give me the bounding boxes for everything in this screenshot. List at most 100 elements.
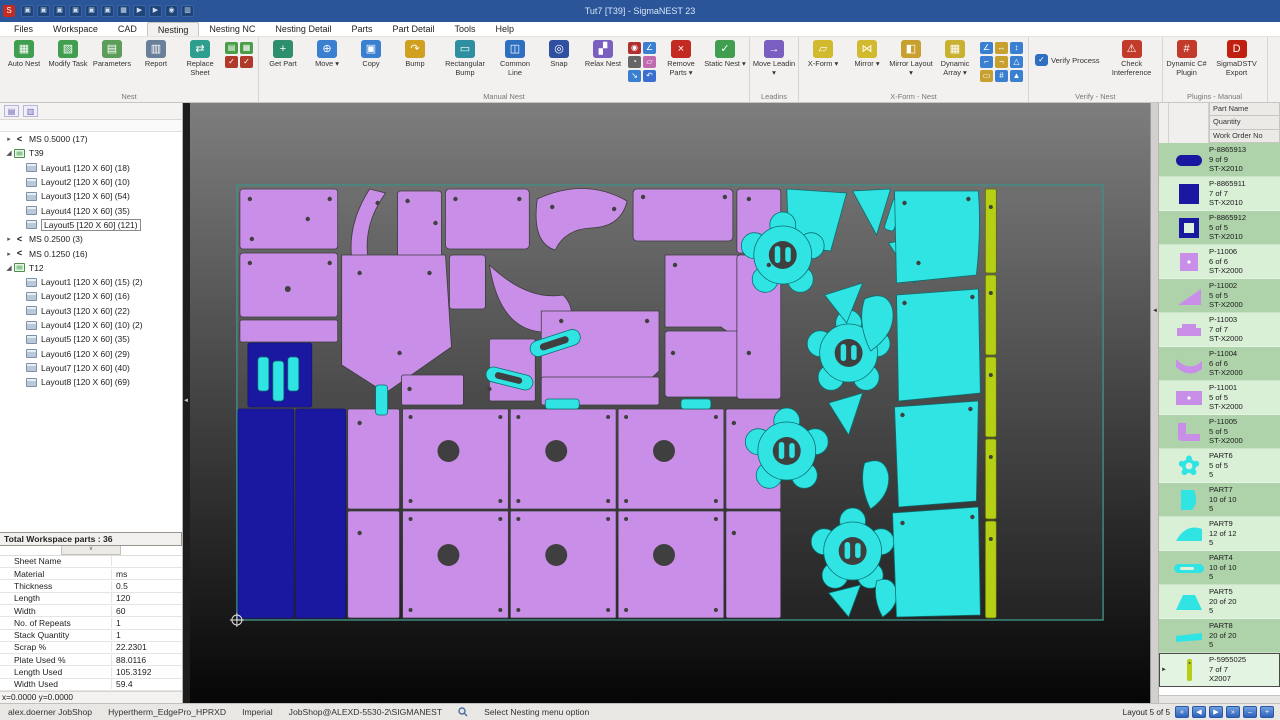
left-splitter[interactable]: ◄ xyxy=(183,103,190,703)
nav-last-button[interactable]: » xyxy=(1226,706,1240,718)
tree-item-layout4-1[interactable]: Layout4 [120 X 60] (10) (2) xyxy=(0,318,182,332)
solid-dim-icon[interactable]: ▲ xyxy=(1010,70,1023,82)
tree-item-layout1-1[interactable]: Layout1 [120 X 60] (15) (2) xyxy=(0,275,182,289)
quick-tool-icon[interactable]: ◉ xyxy=(165,5,178,17)
menu-nesting[interactable]: Nesting xyxy=(147,22,200,36)
static-nest-button[interactable]: ✓Static Nest ▾ xyxy=(703,38,747,69)
protractor-icon[interactable]: ∠ xyxy=(643,42,656,54)
quick-tool-icon[interactable]: ▶ xyxy=(133,5,146,17)
quick-tool-icon[interactable]: ▣ xyxy=(37,5,50,17)
quick-tool-icon[interactable]: ▣ xyxy=(53,5,66,17)
search-icon[interactable] xyxy=(458,707,468,717)
replace-sheet-button[interactable]: ⇄Replace Sheet xyxy=(178,38,222,77)
property-value[interactable]: 0.5 xyxy=(112,581,182,591)
column-work-order[interactable]: Work Order No xyxy=(1209,130,1280,143)
modify-task-button[interactable]: ▧Modify Task xyxy=(46,38,90,69)
sigmadstv-export-button[interactable]: DSigmaDSTV Export xyxy=(1209,38,1265,77)
property-value[interactable]: 105.3192 xyxy=(112,667,182,677)
quick-tool-icon[interactable]: ▥ xyxy=(181,5,194,17)
quick-tool-icon[interactable]: ▶ xyxy=(149,5,162,17)
tree-expand-icon[interactable]: ◢ xyxy=(4,264,14,272)
tree-item-layout1-1[interactable]: Layout1 [120 X 60] (18) xyxy=(0,161,182,175)
eraser-icon[interactable]: ▱ xyxy=(643,56,656,68)
menu-workspace[interactable]: Workspace xyxy=(43,22,108,36)
get-part-button[interactable]: +Get Part xyxy=(261,38,305,69)
mirror-button[interactable]: ⋈Mirror ▾ xyxy=(845,38,889,69)
tree-item-layout3-1[interactable]: Layout3 [120 X 60] (54) xyxy=(0,189,182,203)
menu-help[interactable]: Help xyxy=(486,22,525,36)
angle-dim-icon[interactable]: ∠ xyxy=(980,42,993,54)
tree-item-layout2-1[interactable]: Layout2 [120 X 60] (10) xyxy=(0,175,182,189)
width-dim-icon[interactable]: ↔ xyxy=(995,42,1008,54)
common-line-button[interactable]: ◫Common Line xyxy=(493,38,537,77)
part-row-part4[interactable]: PART410 of 105 xyxy=(1159,551,1280,585)
property-value[interactable]: 1 xyxy=(112,618,182,628)
property-value[interactable]: ms xyxy=(112,569,182,579)
part-row-p-8865911[interactable]: P-88659117 of 7ST-X2010 xyxy=(1159,177,1280,211)
column-quantity[interactable]: Quantity xyxy=(1209,116,1280,129)
tree-item-ms-0[interactable]: ▸<MS 0.5000 (17) xyxy=(0,132,182,146)
part-row-p-5955025[interactable]: ►P-59550257 of 7X2007 xyxy=(1159,653,1280,687)
part-row-p-11006[interactable]: P-110066 of 6ST-X2000 xyxy=(1159,245,1280,279)
property-value[interactable]: 60 xyxy=(112,606,182,616)
tree-item-layout5-1[interactable]: Layout5 [120 X 60] (35) xyxy=(0,332,182,346)
part-row-p-8865913[interactable]: P-88659139 of 9ST-X2010 xyxy=(1159,143,1280,177)
rect-dim-icon[interactable]: ▭ xyxy=(980,70,993,82)
tree-item-layout5-1[interactable]: Layout5 [120 X 60] (121) xyxy=(0,218,182,232)
part-row-p-11005[interactable]: P-110055 of 5ST-X2000 xyxy=(1159,415,1280,449)
undo-icon[interactable]: ↶ xyxy=(643,70,656,82)
compass-icon[interactable]: ◔ xyxy=(628,56,641,68)
nav-remove-button[interactable]: – xyxy=(1243,706,1257,718)
bump-button[interactable]: ↷Bump xyxy=(393,38,437,69)
pin-icon[interactable]: ◉ xyxy=(628,42,641,54)
copy-button[interactable]: ▣Copy xyxy=(349,38,393,69)
move-button[interactable]: ⊕Move ▾ xyxy=(305,38,349,69)
menu-cad[interactable]: CAD xyxy=(108,22,147,36)
offset-dim-icon[interactable]: ¬ xyxy=(995,56,1008,68)
nesting-canvas[interactable] xyxy=(190,103,1150,703)
mirror-layout-button[interactable]: ◧Mirror Layout ▾ xyxy=(889,38,933,77)
part-row-p-8865912[interactable]: P-88659125 of 5ST-X2010 xyxy=(1159,211,1280,245)
right-splitter[interactable]: ◄ xyxy=(1150,103,1158,703)
tree-item-layout4-1[interactable]: Layout4 [120 X 60] (35) xyxy=(0,203,182,217)
nav-add-button[interactable]: + xyxy=(1260,706,1274,718)
part-row-p-11003[interactable]: P-110037 of 7ST-X2000 xyxy=(1159,313,1280,347)
part-row-p-11002[interactable]: P-110025 of 5ST-X2000 xyxy=(1159,279,1280,313)
nav-next-button[interactable]: ▶ xyxy=(1209,706,1223,718)
quick-tool-icon[interactable]: ▣ xyxy=(21,5,34,17)
property-value[interactable]: 59.4 xyxy=(112,679,182,689)
tree-expand-icon[interactable]: ◢ xyxy=(4,149,14,157)
tree-item-t39-0[interactable]: ◢T39 xyxy=(0,146,182,160)
menu-tools[interactable]: Tools xyxy=(445,22,486,36)
auto-nest-button[interactable]: ▦Auto Nest xyxy=(2,38,46,69)
workspace-view-icon[interactable]: ▤ xyxy=(4,105,19,117)
part-row-part6[interactable]: PART65 of 55 xyxy=(1159,449,1280,483)
tree-item-layout6-1[interactable]: Layout6 [120 X 60] (29) xyxy=(0,346,182,360)
part-row-p-11001[interactable]: P-110015 of 5ST-X2000 xyxy=(1159,381,1280,415)
check-interference-button[interactable]: ⚠Check Interference xyxy=(1104,38,1160,77)
menu-parts[interactable]: Parts xyxy=(341,22,382,36)
task-view-icon[interactable]: ▥ xyxy=(23,105,38,117)
nudge-icon[interactable]: ↘ xyxy=(628,70,641,82)
dynamic-array-button[interactable]: ▦Dynamic Array ▾ xyxy=(933,38,977,77)
dynamic-c-plugin-button[interactable]: #Dynamic C# Plugin xyxy=(1165,38,1209,77)
property-value[interactable]: 120 xyxy=(112,593,182,603)
menu-part-detail[interactable]: Part Detail xyxy=(382,22,444,36)
apply-check-icon[interactable]: ✓ xyxy=(240,56,253,68)
property-value[interactable]: 88.0116 xyxy=(112,655,182,665)
move-leadin-button[interactable]: →Move Leadin ▾ xyxy=(752,38,796,77)
tree-item-layout3-1[interactable]: Layout3 [120 X 60] (22) xyxy=(0,304,182,318)
tri-dim-icon[interactable]: △ xyxy=(1010,56,1023,68)
tree-item-ms-0[interactable]: ▸<MS 0.2500 (3) xyxy=(0,232,182,246)
quick-tool-icon[interactable]: ▦ xyxy=(117,5,130,17)
part-row-part9[interactable]: PART912 of 125 xyxy=(1159,517,1280,551)
report-button[interactable]: ▥Report xyxy=(134,38,178,69)
tree-item-t12-0[interactable]: ◢T12 xyxy=(0,261,182,275)
rectangular-bump-button[interactable]: ▭Rectangular Bump xyxy=(437,38,493,77)
menu-files[interactable]: Files xyxy=(4,22,43,36)
relax-nest-button[interactable]: ▞Relax Nest xyxy=(581,38,625,69)
menu-nesting-nc[interactable]: Nesting NC xyxy=(199,22,265,36)
new-sheet-icon[interactable]: ▤ xyxy=(225,42,238,54)
quick-tool-icon[interactable]: ▣ xyxy=(69,5,82,17)
tree-expand-icon[interactable]: ▸ xyxy=(4,235,14,243)
